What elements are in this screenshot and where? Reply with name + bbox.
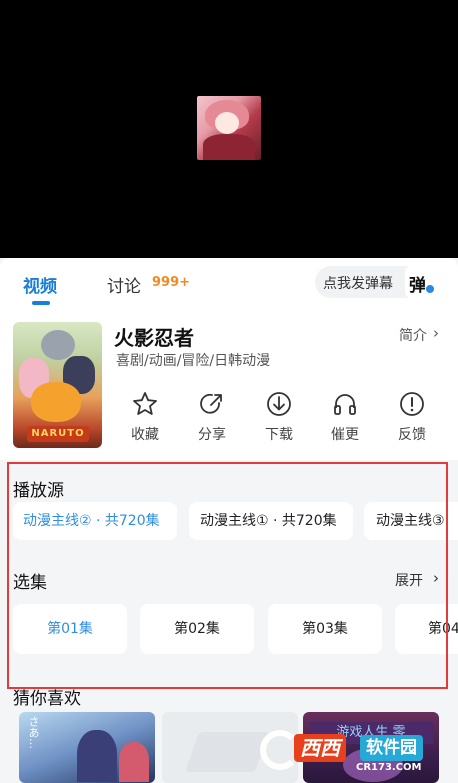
anime-title: 火影忍者 (114, 326, 194, 350)
episode-item[interactable]: 第04集 (395, 604, 458, 654)
share-button[interactable]: 分享 (187, 390, 237, 450)
video-player[interactable] (0, 0, 458, 258)
episode-item[interactable]: 第01集 (13, 604, 127, 654)
recommend-title: 猜你喜欢 (13, 689, 81, 709)
poster-character-face (215, 112, 239, 134)
play-source-section: 播放源 动漫主线② · 共720集 动漫主线① · 共720集 动漫主线③ 选集… (0, 460, 458, 690)
headphones-icon (334, 394, 356, 415)
feedback-label: 反馈 (398, 427, 426, 443)
feedback-button[interactable]: 反馈 (387, 390, 437, 450)
card-placeholder (184, 732, 270, 772)
danmaku-settings-icon (425, 284, 435, 294)
episode-item[interactable]: 第02集 (140, 604, 254, 654)
action-bar: 收藏 分享 下载 催更 反馈 (114, 390, 454, 450)
watermark-brand: 西西 (294, 734, 346, 762)
recommend-card[interactable]: さあ… (19, 712, 155, 783)
download-button[interactable]: 下载 (254, 390, 304, 450)
source-option[interactable]: 动漫主线② · 共720集 (13, 502, 177, 540)
recommend-card-text: さあ… (27, 716, 40, 749)
discuss-count-badge: 999+ (152, 275, 191, 290)
source-option[interactable]: 动漫主线① · 共720集 (189, 502, 353, 540)
chevron-right-icon[interactable]: › (433, 324, 439, 342)
danmaku-placeholder: 点我发弹幕 (323, 276, 393, 292)
expand-episodes-button[interactable]: 展开 (395, 570, 423, 590)
episode-item[interactable]: 第03集 (268, 604, 382, 654)
urge-update-label: 催更 (331, 427, 359, 443)
site-watermark: 西西 软件园 CR173.COM (260, 726, 446, 776)
cover-figure (31, 382, 81, 422)
tab-video[interactable]: 视频 (23, 272, 57, 297)
tab-bar: 视频 讨论 999+ 点我发弹幕 弹 (0, 258, 458, 310)
share-label: 分享 (198, 427, 226, 443)
card-figure (119, 742, 149, 782)
chevron-right-icon[interactable]: › (433, 569, 439, 587)
danmaku-toggle-label: 弹 (409, 276, 426, 296)
favorite-button[interactable]: 收藏 (120, 390, 170, 450)
play-source-title: 播放源 (13, 481, 64, 501)
tab-active-indicator (32, 301, 50, 305)
anime-cover-image[interactable]: NARUTO (13, 322, 102, 448)
download-icon (267, 392, 291, 416)
danmaku-toggle-button[interactable]: 弹 (405, 266, 437, 298)
anime-info-panel: NARUTO 火影忍者 喜剧/动画/冒险/日韩动漫 简介 › 收藏 分享 下载 (0, 310, 458, 460)
alert-icon (400, 392, 424, 416)
watermark-site: CR173.COM (356, 762, 422, 773)
share-icon (200, 393, 222, 414)
cover-logo: NARUTO (27, 426, 89, 442)
video-poster-image (197, 96, 261, 160)
watermark-brand-suffix: 软件园 (360, 735, 423, 761)
intro-link[interactable]: 简介 (399, 325, 427, 345)
source-option[interactable]: 动漫主线③ (364, 502, 458, 540)
card-figure (77, 730, 117, 782)
star-icon (133, 392, 157, 415)
download-label: 下载 (265, 427, 293, 443)
favorite-label: 收藏 (131, 427, 159, 443)
poster-character-body (203, 134, 255, 160)
anime-genres: 喜剧/动画/冒险/日韩动漫 (116, 353, 271, 369)
cover-figure (41, 330, 75, 360)
tab-discuss[interactable]: 讨论 (107, 272, 141, 297)
episodes-title: 选集 (13, 573, 47, 593)
urge-update-button[interactable]: 催更 (320, 390, 370, 450)
